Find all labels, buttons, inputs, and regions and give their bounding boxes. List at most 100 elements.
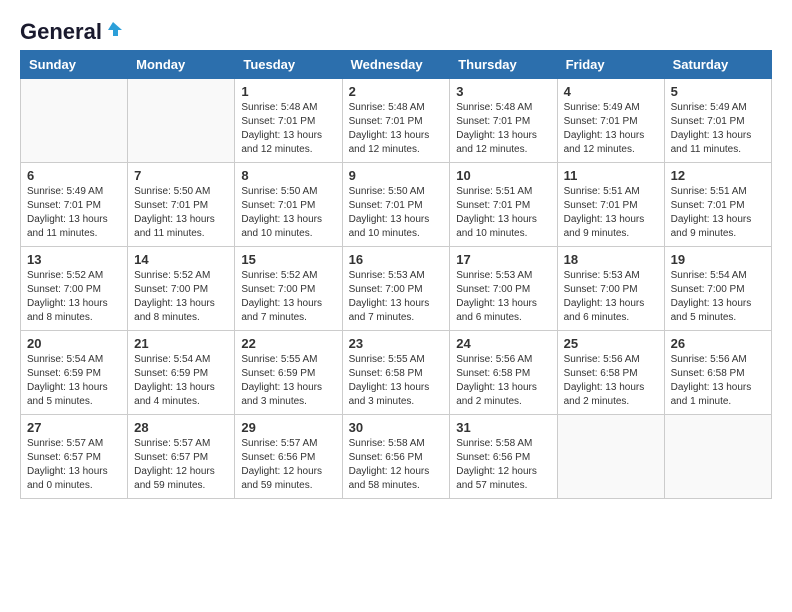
- day-of-week-header: Saturday: [664, 51, 771, 79]
- day-number: 29: [241, 420, 335, 435]
- calendar-table: SundayMondayTuesdayWednesdayThursdayFrid…: [20, 50, 772, 499]
- day-number: 19: [671, 252, 765, 267]
- day-info: Sunrise: 5:55 AM Sunset: 6:58 PM Dayligh…: [349, 353, 444, 409]
- day-number: 8: [241, 168, 335, 183]
- day-number: 17: [456, 252, 550, 267]
- calendar-cell: 19 Sunrise: 5:54 AM Sunset: 7:00 PM Dayli…: [664, 247, 771, 331]
- calendar-cell: 28 Sunrise: 5:57 AM Sunset: 6:57 PM Dayli…: [128, 415, 235, 499]
- day-info: Sunrise: 5:53 AM Sunset: 7:00 PM Dayligh…: [349, 269, 444, 325]
- calendar-week-row: 6 Sunrise: 5:49 AM Sunset: 7:01 PM Daylig…: [21, 163, 772, 247]
- calendar-cell: 14 Sunrise: 5:52 AM Sunset: 7:00 PM Dayli…: [128, 247, 235, 331]
- day-number: 18: [564, 252, 658, 267]
- calendar-cell: 24 Sunrise: 5:56 AM Sunset: 6:58 PM Dayli…: [450, 331, 557, 415]
- calendar-cell: [664, 415, 771, 499]
- day-info: Sunrise: 5:50 AM Sunset: 7:01 PM Dayligh…: [241, 185, 335, 241]
- day-of-week-header: Monday: [128, 51, 235, 79]
- day-info: Sunrise: 5:48 AM Sunset: 7:01 PM Dayligh…: [456, 101, 550, 157]
- day-info: Sunrise: 5:51 AM Sunset: 7:01 PM Dayligh…: [671, 185, 765, 241]
- calendar-cell: [557, 415, 664, 499]
- day-number: 24: [456, 336, 550, 351]
- day-number: 3: [456, 84, 550, 99]
- calendar-cell: 6 Sunrise: 5:49 AM Sunset: 7:01 PM Daylig…: [21, 163, 128, 247]
- day-number: 5: [671, 84, 765, 99]
- calendar-cell: 27 Sunrise: 5:57 AM Sunset: 6:57 PM Dayli…: [21, 415, 128, 499]
- day-info: Sunrise: 5:48 AM Sunset: 7:01 PM Dayligh…: [349, 101, 444, 157]
- day-of-week-header: Friday: [557, 51, 664, 79]
- day-number: 15: [241, 252, 335, 267]
- calendar-cell: [21, 79, 128, 163]
- day-number: 1: [241, 84, 335, 99]
- day-info: Sunrise: 5:49 AM Sunset: 7:01 PM Dayligh…: [564, 101, 658, 157]
- day-info: Sunrise: 5:54 AM Sunset: 6:59 PM Dayligh…: [27, 353, 121, 409]
- logo-bird-icon: [104, 20, 122, 38]
- calendar-cell: 8 Sunrise: 5:50 AM Sunset: 7:01 PM Daylig…: [235, 163, 342, 247]
- day-of-week-header: Sunday: [21, 51, 128, 79]
- calendar-header-row: SundayMondayTuesdayWednesdayThursdayFrid…: [21, 51, 772, 79]
- calendar-cell: 11Sunrise: 5:51 AM Sunset: 7:01 PM Dayli…: [557, 163, 664, 247]
- day-info: Sunrise: 5:49 AM Sunset: 7:01 PM Dayligh…: [671, 101, 765, 157]
- day-number: 10: [456, 168, 550, 183]
- day-number: 2: [349, 84, 444, 99]
- day-number: 20: [27, 336, 121, 351]
- day-number: 16: [349, 252, 444, 267]
- day-number: 11: [564, 168, 658, 183]
- calendar-cell: 12 Sunrise: 5:51 AM Sunset: 7:01 PM Dayli…: [664, 163, 771, 247]
- day-info: Sunrise: 5:55 AM Sunset: 6:59 PM Dayligh…: [241, 353, 335, 409]
- day-info: Sunrise: 5:56 AM Sunset: 6:58 PM Dayligh…: [456, 353, 550, 409]
- day-info: Sunrise: 5:56 AM Sunset: 6:58 PM Dayligh…: [564, 353, 658, 409]
- day-info: Sunrise: 5:53 AM Sunset: 7:00 PM Dayligh…: [564, 269, 658, 325]
- day-info: Sunrise: 5:53 AM Sunset: 7:00 PM Dayligh…: [456, 269, 550, 325]
- day-number: 28: [134, 420, 228, 435]
- calendar-cell: 17 Sunrise: 5:53 AM Sunset: 7:00 PM Dayli…: [450, 247, 557, 331]
- calendar-cell: 23Sunrise: 5:55 AM Sunset: 6:58 PM Dayli…: [342, 331, 450, 415]
- day-number: 27: [27, 420, 121, 435]
- calendar-cell: [128, 79, 235, 163]
- day-number: 14: [134, 252, 228, 267]
- day-info: Sunrise: 5:58 AM Sunset: 6:56 PM Dayligh…: [456, 437, 550, 493]
- day-info: Sunrise: 5:50 AM Sunset: 7:01 PM Dayligh…: [349, 185, 444, 241]
- day-number: 31: [456, 420, 550, 435]
- calendar-cell: 2 Sunrise: 5:48 AM Sunset: 7:01 PM Daylig…: [342, 79, 450, 163]
- calendar-cell: 3 Sunrise: 5:48 AM Sunset: 7:01 PM Daylig…: [450, 79, 557, 163]
- calendar-cell: 13Sunrise: 5:52 AM Sunset: 7:00 PM Dayli…: [21, 247, 128, 331]
- day-info: Sunrise: 5:58 AM Sunset: 6:56 PM Dayligh…: [349, 437, 444, 493]
- day-info: Sunrise: 5:49 AM Sunset: 7:01 PM Dayligh…: [27, 185, 121, 241]
- day-of-week-header: Thursday: [450, 51, 557, 79]
- calendar-cell: 30 Sunrise: 5:58 AM Sunset: 6:56 PM Dayli…: [342, 415, 450, 499]
- logo: General: [20, 20, 122, 40]
- day-number: 12: [671, 168, 765, 183]
- calendar-week-row: 1 Sunrise: 5:48 AM Sunset: 7:01 PM Daylig…: [21, 79, 772, 163]
- calendar-cell: 20 Sunrise: 5:54 AM Sunset: 6:59 PM Dayli…: [21, 331, 128, 415]
- calendar-week-row: 27 Sunrise: 5:57 AM Sunset: 6:57 PM Dayli…: [21, 415, 772, 499]
- day-info: Sunrise: 5:57 AM Sunset: 6:57 PM Dayligh…: [134, 437, 228, 493]
- day-info: Sunrise: 5:48 AM Sunset: 7:01 PM Dayligh…: [241, 101, 335, 157]
- day-info: Sunrise: 5:52 AM Sunset: 7:00 PM Dayligh…: [134, 269, 228, 325]
- day-info: Sunrise: 5:54 AM Sunset: 7:00 PM Dayligh…: [671, 269, 765, 325]
- calendar-cell: 7Sunrise: 5:50 AM Sunset: 7:01 PM Daylig…: [128, 163, 235, 247]
- calendar-cell: 31 Sunrise: 5:58 AM Sunset: 6:56 PM Dayli…: [450, 415, 557, 499]
- calendar-cell: 10 Sunrise: 5:51 AM Sunset: 7:01 PM Dayli…: [450, 163, 557, 247]
- calendar-cell: 16 Sunrise: 5:53 AM Sunset: 7:00 PM Dayli…: [342, 247, 450, 331]
- page-header: General: [20, 20, 772, 40]
- day-number: 6: [27, 168, 121, 183]
- day-number: 26: [671, 336, 765, 351]
- day-number: 21: [134, 336, 228, 351]
- day-info: Sunrise: 5:51 AM Sunset: 7:01 PM Dayligh…: [456, 185, 550, 241]
- day-number: 30: [349, 420, 444, 435]
- logo-general: General: [20, 20, 102, 44]
- day-info: Sunrise: 5:56 AM Sunset: 6:58 PM Dayligh…: [671, 353, 765, 409]
- day-info: Sunrise: 5:52 AM Sunset: 7:00 PM Dayligh…: [241, 269, 335, 325]
- calendar-cell: 15 Sunrise: 5:52 AM Sunset: 7:00 PM Dayli…: [235, 247, 342, 331]
- day-number: 9: [349, 168, 444, 183]
- calendar-cell: 22 Sunrise: 5:55 AM Sunset: 6:59 PM Dayli…: [235, 331, 342, 415]
- day-info: Sunrise: 5:54 AM Sunset: 6:59 PM Dayligh…: [134, 353, 228, 409]
- day-info: Sunrise: 5:57 AM Sunset: 6:56 PM Dayligh…: [241, 437, 335, 493]
- calendar-cell: 25 Sunrise: 5:56 AM Sunset: 6:58 PM Dayli…: [557, 331, 664, 415]
- day-number: 13: [27, 252, 121, 267]
- day-info: Sunrise: 5:57 AM Sunset: 6:57 PM Dayligh…: [27, 437, 121, 493]
- calendar-cell: 29 Sunrise: 5:57 AM Sunset: 6:56 PM Dayli…: [235, 415, 342, 499]
- day-number: 25: [564, 336, 658, 351]
- day-of-week-header: Wednesday: [342, 51, 450, 79]
- day-number: 22: [241, 336, 335, 351]
- calendar-cell: 9 Sunrise: 5:50 AM Sunset: 7:01 PM Daylig…: [342, 163, 450, 247]
